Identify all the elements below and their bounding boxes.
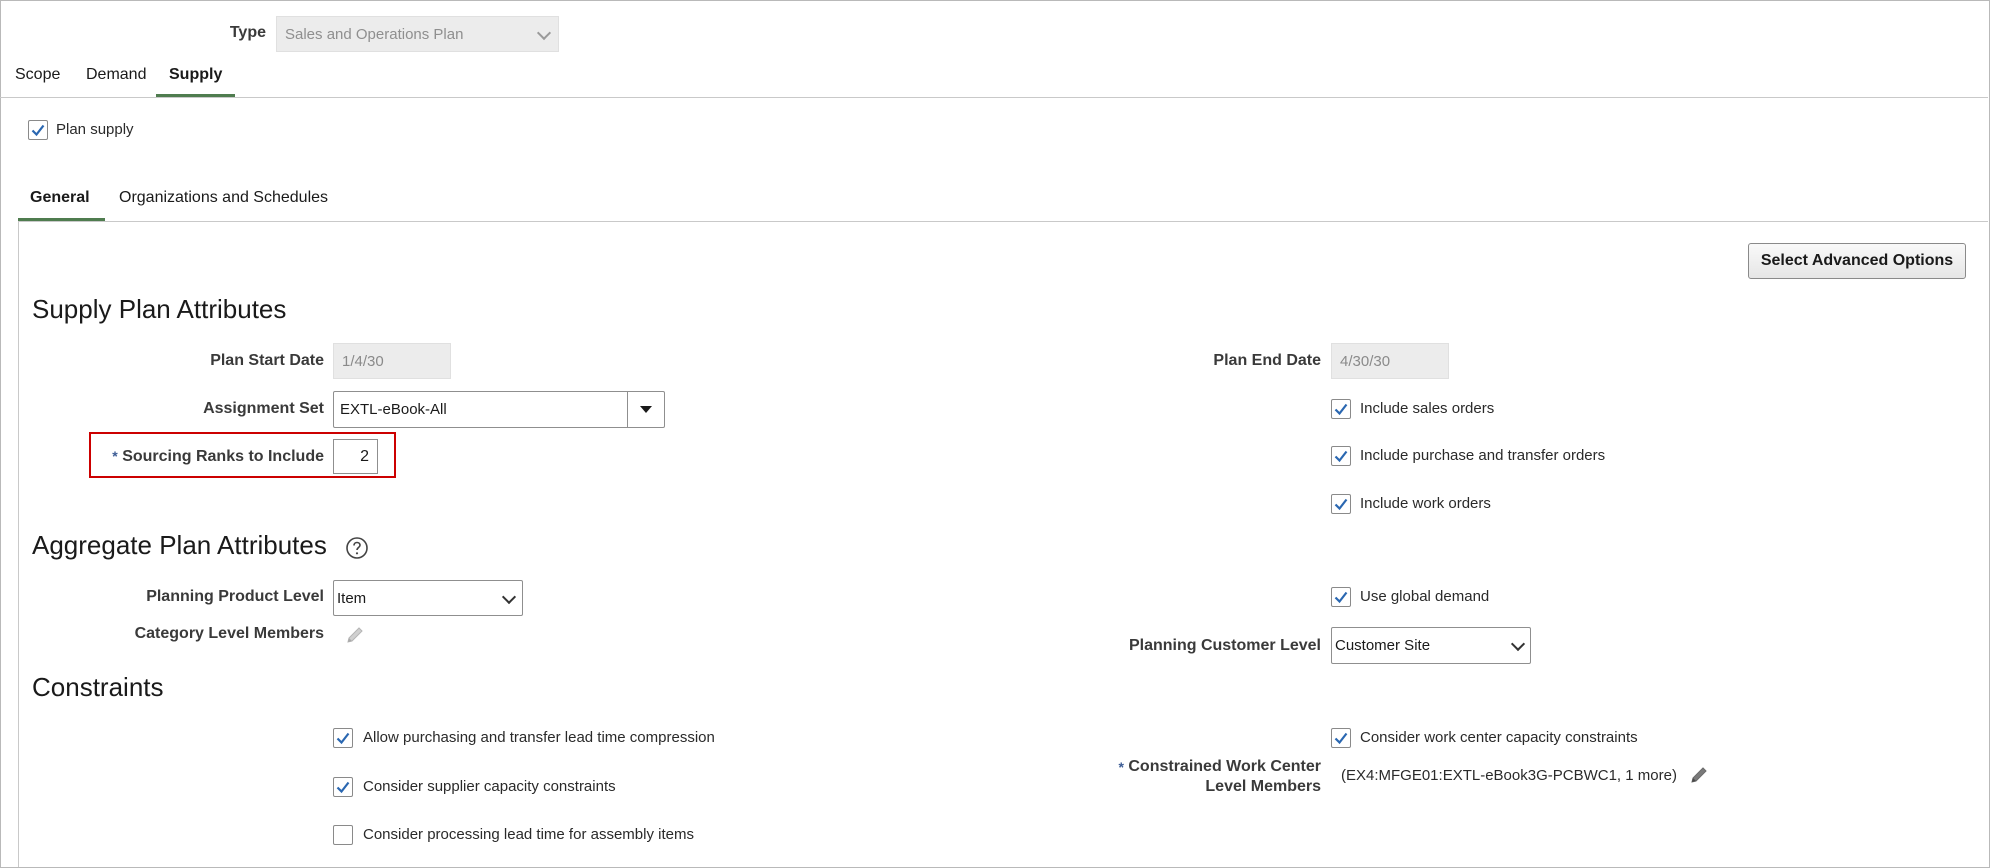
assignment-set-label: Assignment Set xyxy=(203,400,324,417)
check-icon xyxy=(1334,732,1348,745)
category-level-members-label: Category Level Members xyxy=(134,625,324,642)
type-select: Sales and Operations Plan xyxy=(276,16,559,52)
assignment-set-value: EXTL-eBook-All xyxy=(340,401,447,418)
planning-product-level-select[interactable]: Item xyxy=(333,580,523,616)
constraints-title: Constraints xyxy=(32,672,164,702)
chevron-down-icon xyxy=(536,25,552,41)
edit-pencil-icon[interactable] xyxy=(344,624,366,646)
check-icon xyxy=(1334,403,1348,416)
planning-product-level-label: Planning Product Level xyxy=(146,588,324,605)
assignment-set-dropdown-button[interactable] xyxy=(627,392,664,427)
planning-customer-level-select[interactable]: Customer Site xyxy=(1331,627,1531,664)
planning-product-level-value: Item xyxy=(337,590,367,607)
plan-supply-checkbox[interactable] xyxy=(28,120,48,140)
caret-down-icon xyxy=(640,406,652,413)
tab-general[interactable]: General xyxy=(30,189,90,207)
plan-start-date-label: Plan Start Date xyxy=(210,352,324,369)
supply-plan-attributes-title: Supply Plan Attributes xyxy=(32,294,287,324)
use-global-demand-label: Use global demand xyxy=(1360,588,1490,605)
chevron-down-icon xyxy=(501,589,517,605)
check-icon xyxy=(1334,591,1348,604)
allow-lead-time-compression-label: Allow purchasing and transfer lead time … xyxy=(363,729,715,746)
include-purchase-transfer-orders-checkbox[interactable] xyxy=(1331,446,1351,466)
tab-scope[interactable]: Scope xyxy=(15,66,60,84)
include-sales-orders-checkbox[interactable] xyxy=(1331,399,1351,419)
plan-supply-label: Plan supply xyxy=(56,121,134,138)
include-work-orders-label: Include work orders xyxy=(1360,495,1491,512)
sourcing-ranks-label: * Sourcing Ranks to Include xyxy=(112,448,324,465)
supplier-capacity-checkbox[interactable] xyxy=(333,777,353,797)
processing-lead-time-checkbox[interactable] xyxy=(333,825,353,845)
constrained-work-center-label: * Constrained Work Center Level Members xyxy=(1118,758,1321,795)
allow-lead-time-compression-checkbox[interactable] xyxy=(333,728,353,748)
assignment-set-combobox[interactable]: EXTL-eBook-All xyxy=(333,391,665,428)
plan-end-date-field: 4/30/30 xyxy=(1331,343,1449,379)
required-indicator: * xyxy=(1118,759,1124,775)
tab-demand[interactable]: Demand xyxy=(86,66,146,84)
tab-supply[interactable]: Supply xyxy=(169,66,222,84)
include-sales-orders-label: Include sales orders xyxy=(1360,400,1495,417)
planning-customer-level-label: Planning Customer Level xyxy=(1128,637,1321,654)
check-icon xyxy=(1334,498,1348,511)
check-icon xyxy=(1334,450,1348,463)
processing-lead-time-label: Consider processing lead time for assemb… xyxy=(363,826,694,843)
type-value: Sales and Operations Plan xyxy=(285,26,464,43)
work-center-capacity-label: Consider work center capacity constraint… xyxy=(1360,729,1638,746)
type-label: Type xyxy=(229,24,266,41)
check-icon xyxy=(336,732,350,745)
supplier-capacity-label: Consider supplier capacity constraints xyxy=(363,778,616,795)
include-purchase-transfer-orders-label: Include purchase and transfer orders xyxy=(1360,447,1606,464)
main-tabs-divider xyxy=(0,97,1988,98)
use-global-demand-checkbox[interactable] xyxy=(1331,587,1351,607)
tab-organizations-schedules[interactable]: Organizations and Schedules xyxy=(119,189,328,207)
planning-customer-level-value: Customer Site xyxy=(1335,637,1431,654)
sourcing-ranks-input[interactable]: 2 xyxy=(333,439,378,474)
work-center-capacity-checkbox[interactable] xyxy=(1331,728,1351,748)
check-icon xyxy=(31,124,45,137)
question-circle-icon[interactable] xyxy=(345,536,369,560)
select-advanced-options-button[interactable]: Select Advanced Options xyxy=(1748,243,1966,279)
include-work-orders-checkbox[interactable] xyxy=(1331,494,1351,514)
aggregate-plan-attributes-title: Aggregate Plan Attributes xyxy=(32,530,327,560)
edit-pencil-icon[interactable] xyxy=(1688,764,1710,786)
plan-end-date-label: Plan End Date xyxy=(1213,352,1321,369)
chevron-down-icon xyxy=(1510,636,1526,652)
check-icon xyxy=(336,781,350,794)
plan-start-date-field: 1/4/30 xyxy=(333,343,451,379)
work-center-members-value: (EX4:MFGE01:EXTL-eBook3G-PCBWC1, 1 more) xyxy=(1341,767,1677,784)
required-indicator: * xyxy=(112,448,118,464)
